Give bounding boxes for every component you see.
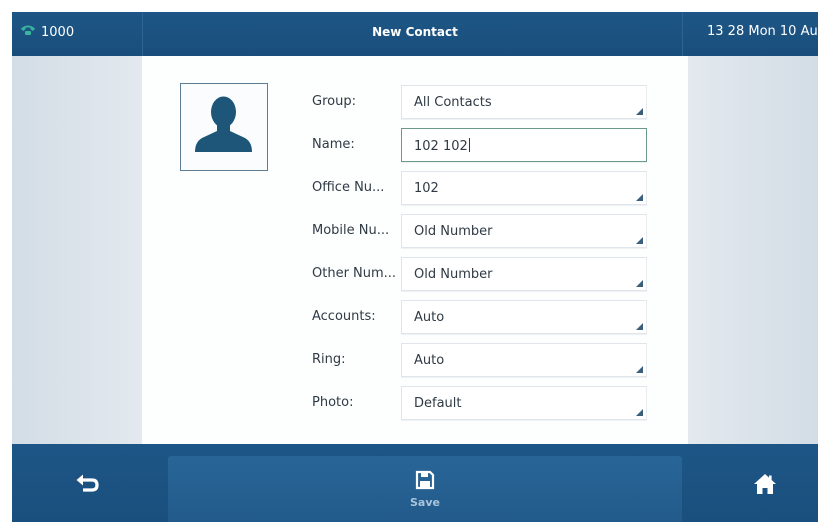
dropdown-corner-icon	[636, 366, 643, 373]
name-value: 102 102	[414, 138, 470, 154]
softkey-bar: Save	[12, 444, 818, 522]
dropdown-corner-icon	[636, 194, 643, 201]
group-value: All Contacts	[414, 95, 492, 110]
content-area: Group: All Contacts Name: 102 102 Office…	[12, 56, 818, 444]
other-number-label: Other Num...	[312, 266, 397, 281]
group-label: Group:	[312, 94, 356, 109]
photo-select[interactable]: Default	[401, 386, 647, 420]
office-number-input[interactable]: 102	[401, 171, 647, 205]
office-number-label: Office Nu...	[312, 180, 385, 195]
dropdown-corner-icon	[636, 323, 643, 330]
ring-select[interactable]: Auto	[401, 343, 647, 377]
other-number-value: Old Number	[414, 267, 493, 282]
office-number-value: 102	[414, 181, 439, 196]
ring-value: Auto	[414, 353, 445, 368]
accounts-value: Auto	[414, 310, 445, 325]
dropdown-corner-icon	[636, 280, 643, 287]
back-button[interactable]	[75, 474, 101, 496]
person-silhouette-icon	[195, 96, 252, 152]
status-divider-right	[682, 12, 683, 56]
save-button[interactable]: Save	[168, 456, 682, 522]
home-icon	[754, 474, 776, 494]
photo-value: Default	[414, 396, 462, 411]
name-input[interactable]: 102 102	[401, 128, 647, 162]
dropdown-corner-icon	[636, 108, 643, 115]
floppy-disk-icon	[415, 470, 435, 490]
mobile-number-input[interactable]: Old Number	[401, 214, 647, 248]
text-cursor	[468, 138, 470, 152]
contact-photo[interactable]	[180, 83, 268, 171]
back-arrow-icon	[76, 474, 99, 492]
group-select[interactable]: All Contacts	[401, 85, 647, 119]
page-title: New Contact	[372, 25, 458, 39]
phone-screen: 1000 New Contact 13 28 Mon 10 Aug Group:…	[12, 12, 818, 522]
dropdown-corner-icon	[636, 237, 643, 244]
accounts-select[interactable]: Auto	[401, 300, 647, 334]
mobile-number-label: Mobile Nu...	[312, 223, 390, 238]
status-bar: 1000 New Contact 13 28 Mon 10 Aug	[12, 12, 818, 56]
accounts-label: Accounts:	[312, 309, 376, 324]
ring-label: Ring:	[312, 352, 346, 367]
home-button[interactable]	[753, 473, 777, 495]
dropdown-corner-icon	[636, 409, 643, 416]
contact-form-panel: Group: All Contacts Name: 102 102 Office…	[142, 56, 688, 444]
save-label: Save	[410, 496, 440, 509]
date-time: 13 28 Mon 10 Aug	[707, 24, 818, 39]
name-label: Name:	[312, 137, 355, 152]
mobile-number-value: Old Number	[414, 224, 493, 239]
other-number-input[interactable]: Old Number	[401, 257, 647, 291]
photo-label: Photo:	[312, 395, 354, 410]
save-softkey-area: Save	[168, 456, 682, 522]
